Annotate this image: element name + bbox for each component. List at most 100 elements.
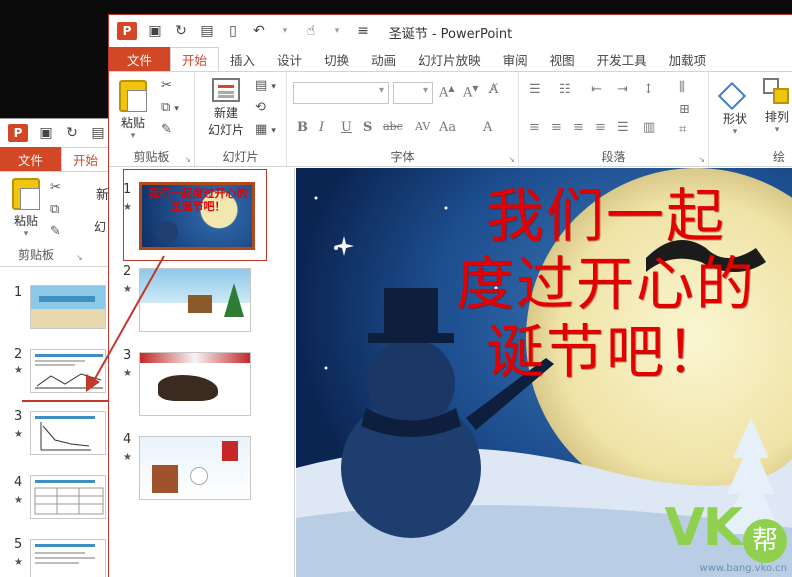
chevron-down-icon: ▾ bbox=[732, 127, 738, 137]
underline-icon[interactable]: U bbox=[341, 120, 352, 135]
shrink-font-icon[interactable]: A▼ bbox=[463, 84, 479, 100]
arrange-icon bbox=[763, 78, 791, 106]
slideshow-icon[interactable]: ▤ bbox=[199, 23, 215, 39]
shadow-icon[interactable]: S bbox=[363, 120, 372, 135]
reset-icon[interactable]: ⟲ bbox=[255, 100, 266, 115]
format-painter-icon[interactable]: ✎ bbox=[161, 122, 172, 137]
new-slide-button[interactable]: 新建 幻灯片 bbox=[203, 78, 249, 138]
bold-icon[interactable]: B bbox=[297, 120, 308, 135]
back-paste-button[interactable]: 粘贴 ▾ bbox=[12, 178, 40, 239]
tab-review[interactable]: 审阅 bbox=[492, 47, 539, 71]
text-direction-icon[interactable]: ⫼ bbox=[679, 80, 685, 95]
tab-transitions[interactable]: 切换 bbox=[313, 47, 360, 71]
clipboard-group: 粘贴 ▾ ✂ ⧉ ▾ ✎ 剪贴板 ↘ bbox=[109, 72, 195, 168]
cut-icon[interactable]: ✂ bbox=[50, 180, 61, 195]
slideshow-icon[interactable]: ▤ bbox=[90, 125, 106, 141]
slide-thumbnail-3[interactable] bbox=[139, 352, 251, 416]
justify-icon[interactable]: ≡ bbox=[595, 120, 606, 135]
slide-title[interactable]: 我们一起 度过开心的 诞节吧！ bbox=[356, 182, 792, 386]
save-icon[interactable]: ▣ bbox=[147, 23, 163, 39]
back-tab-home[interactable]: 开始 bbox=[61, 147, 111, 171]
strikethrough-icon[interactable]: abc bbox=[383, 120, 403, 133]
main-slide[interactable]: 我们一起 度过开心的 诞节吧！ VK 帮 www.bang.vko.cn bbox=[296, 168, 792, 577]
font-size-combo[interactable] bbox=[393, 82, 433, 104]
launcher-icon[interactable]: ↘ bbox=[508, 155, 515, 164]
drop-insertion-marker bbox=[22, 400, 112, 402]
tab-home[interactable]: 开始 bbox=[170, 47, 220, 71]
columns-icon[interactable]: ▥ bbox=[643, 120, 655, 135]
tab-animations[interactable]: 动画 bbox=[360, 47, 407, 71]
slide-editor[interactable]: 我们一起 度过开心的 诞节吧！ VK 帮 www.bang.vko.cn bbox=[296, 168, 792, 577]
layout-icon[interactable]: ▤ ▾ bbox=[255, 78, 276, 93]
numbering-icon[interactable]: ☷ bbox=[559, 82, 571, 97]
paste-button[interactable]: 粘贴 ▾ bbox=[119, 80, 147, 141]
watermark-url: www.bang.vko.cn bbox=[699, 563, 787, 574]
tab-addins[interactable]: 加载项 bbox=[658, 47, 718, 71]
ornament-shape bbox=[222, 441, 238, 461]
decrease-indent-icon[interactable]: ⇤ bbox=[591, 82, 602, 97]
save-icon[interactable]: ▣ bbox=[38, 125, 54, 141]
section-icon[interactable]: ▦ ▾ bbox=[255, 122, 276, 137]
launcher-icon[interactable]: ↘ bbox=[76, 253, 83, 262]
tab-slideshow[interactable]: 幻灯片放映 bbox=[407, 47, 492, 71]
tab-file[interactable]: 文件 bbox=[109, 47, 171, 71]
shapes-button[interactable]: 形状 ▾ bbox=[717, 78, 753, 137]
line-spacing-icon[interactable]: ↕ bbox=[643, 82, 654, 97]
animation-star-icon: ★ bbox=[123, 368, 132, 379]
grow-font-icon[interactable]: A▲ bbox=[439, 84, 455, 100]
thumbnail-pane[interactable]: 1 ★ 我们一起度过开心的圣诞节吧！ 2 ★ 3 ★ 4 ★ bbox=[109, 168, 295, 577]
tab-view[interactable]: 视图 bbox=[539, 47, 586, 71]
arrange-button[interactable]: 排列 ▾ bbox=[759, 78, 792, 135]
new-file-icon[interactable]: ▯ bbox=[225, 23, 241, 39]
change-case-icon[interactable]: Aa bbox=[439, 120, 456, 135]
align-center-icon[interactable]: ≡ bbox=[551, 120, 562, 135]
launcher-icon[interactable]: ↘ bbox=[698, 155, 705, 164]
chevron-down-icon[interactable]: ▾ bbox=[329, 23, 345, 39]
snowman-shape bbox=[156, 221, 178, 243]
back-slide-thumbnail[interactable] bbox=[30, 285, 106, 329]
redo-icon[interactable]: ↻ bbox=[173, 23, 189, 39]
customize-toolbar-icon[interactable]: ≡ bbox=[355, 23, 371, 39]
tab-insert[interactable]: 插入 bbox=[219, 47, 266, 71]
align-text-icon[interactable]: ⊞ bbox=[679, 102, 690, 117]
back-slide-thumbnail[interactable] bbox=[30, 539, 106, 577]
font-name-combo[interactable] bbox=[293, 82, 389, 104]
char-spacing-icon[interactable]: AV bbox=[415, 120, 430, 133]
distributed-icon[interactable]: ☰ bbox=[617, 120, 629, 135]
tree-shape bbox=[224, 283, 244, 317]
chevron-down-icon: ▾ bbox=[130, 131, 136, 141]
sleigh-silhouette bbox=[158, 375, 218, 401]
slide-thumbnail-2[interactable] bbox=[139, 268, 251, 332]
back-slide-thumbnail[interactable] bbox=[30, 475, 106, 519]
title-bar: P ▣ ↻ ▤ ▯ ↶ ▾ ☝ ▾ ≡ 圣诞节 - PowerPoint bbox=[109, 15, 792, 47]
increase-indent-icon[interactable]: ⇥ bbox=[617, 82, 628, 97]
italic-icon[interactable]: I bbox=[319, 120, 324, 135]
undo-icon[interactable]: ↶ bbox=[251, 23, 267, 39]
tab-developer[interactable]: 开发工具 bbox=[586, 47, 658, 71]
slide-thumbnail-1[interactable]: 我们一起度过开心的圣诞节吧！ bbox=[139, 182, 255, 250]
bullets-icon[interactable]: ☰ bbox=[529, 82, 541, 97]
format-painter-icon[interactable]: ✎ bbox=[50, 224, 61, 239]
slide-title-line-1: 我们一起 bbox=[485, 182, 726, 250]
cut-icon[interactable]: ✂ bbox=[161, 78, 172, 93]
back-slide-thumbnail[interactable] bbox=[30, 349, 106, 393]
font-color-icon[interactable]: A bbox=[483, 120, 492, 135]
redo-icon[interactable]: ↻ bbox=[64, 125, 80, 141]
smartart-icon[interactable]: ⌗ bbox=[679, 122, 686, 137]
clear-format-icon[interactable]: A̸ bbox=[489, 82, 498, 97]
back-tab-file[interactable]: 文件 bbox=[0, 147, 62, 171]
back-ribbon: 粘贴 ▾ ✂ ⧉ ✎ 新 幻 剪贴板 ↘ bbox=[0, 171, 120, 267]
copy-icon[interactable]: ⧉ ▾ bbox=[161, 100, 179, 115]
touch-mode-icon[interactable]: ☝ bbox=[303, 23, 319, 39]
align-left-icon[interactable]: ≡ bbox=[529, 120, 540, 135]
font-group-label: 字体 bbox=[390, 150, 415, 164]
align-right-icon[interactable]: ≡ bbox=[573, 120, 584, 135]
back-thumbnail-pane[interactable]: 1 2 ★ 3 ★ 4 ★ 5 ★ bbox=[0, 269, 120, 577]
copy-icon[interactable]: ⧉ bbox=[50, 202, 59, 217]
slides-group: 新建 幻灯片 ▤ ▾ ⟲ ▦ ▾ 幻灯片 bbox=[195, 72, 287, 168]
slide-thumbnail-4[interactable] bbox=[139, 436, 251, 500]
chevron-down-icon[interactable]: ▾ bbox=[277, 23, 293, 39]
launcher-icon[interactable]: ↘ bbox=[184, 155, 191, 164]
back-slide-thumbnail[interactable] bbox=[30, 411, 106, 455]
tab-design[interactable]: 设计 bbox=[266, 47, 313, 71]
